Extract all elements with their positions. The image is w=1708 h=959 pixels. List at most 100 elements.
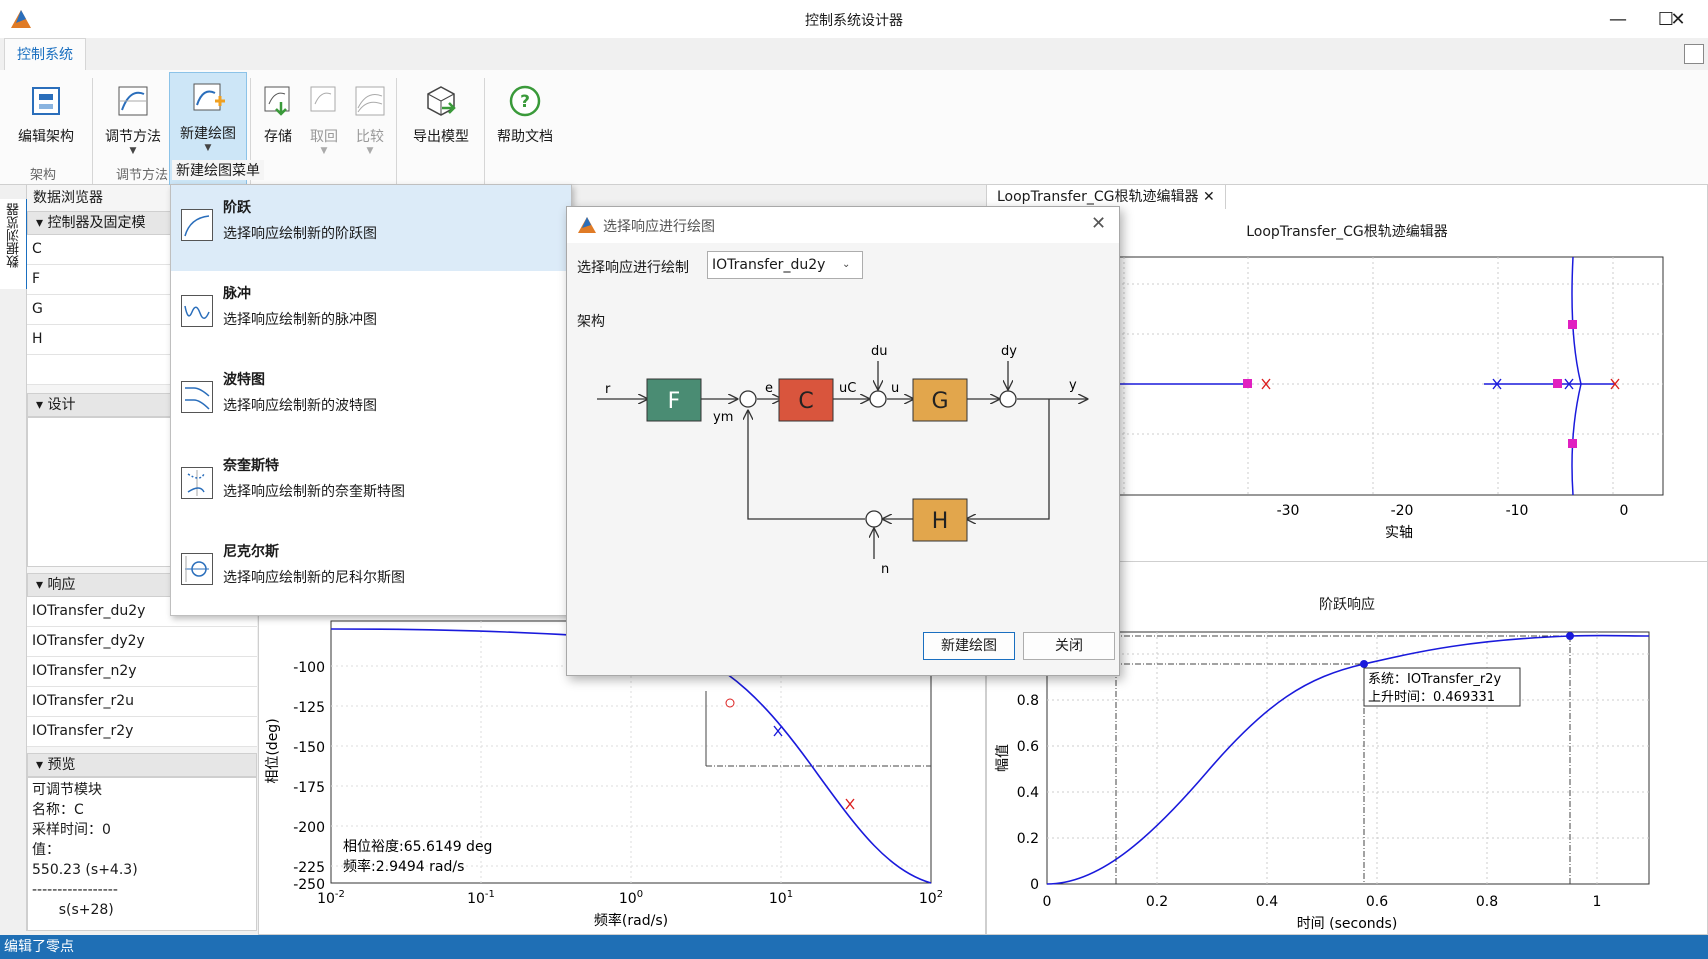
signal-u: u [891, 381, 899, 396]
nyquist-plot-icon [181, 467, 213, 499]
frequency-label: 频率:2.9494 rad/s [343, 858, 464, 875]
select-response-dialog: 选择响应进行绘图 ✕ 选择响应进行绘制 IOTransfer_du2y ⌄ 架构 [566, 206, 1120, 676]
menu-item-step[interactable]: 阶跃 选择响应绘制新的阶跃图 [171, 185, 571, 271]
signal-dy: dy [1001, 344, 1017, 359]
response-item[interactable]: IOTransfer_r2y [27, 717, 257, 747]
architecture-icon [32, 87, 60, 115]
tab-control-system[interactable]: 控制系统 [4, 38, 86, 71]
separator [484, 78, 485, 184]
dialog-close-icon[interactable]: ✕ [1091, 213, 1106, 234]
compare-button[interactable]: 比较 ▼ [348, 76, 392, 176]
root-locus-xtick: 0 [1620, 503, 1629, 519]
preview-line: ----------------- [32, 882, 118, 898]
bode-ytick: -225 [293, 860, 325, 876]
bode-xtick: 101 [769, 889, 793, 907]
retrieve-icon [310, 86, 336, 112]
menu-item-nyquist[interactable]: 奈奎斯特 选择响应绘制新的奈奎斯特图 [171, 443, 571, 529]
signal-r: r [605, 382, 611, 397]
help-icon: ? [509, 85, 541, 117]
impulse-plot-icon [181, 295, 213, 327]
dropdown-arrow-icon: ▼ [129, 146, 137, 156]
bode-plot-icon [181, 381, 213, 413]
step-xlabel: 时间 (seconds) [1297, 916, 1398, 932]
preview-line: s(s+28) [32, 902, 114, 918]
new-plot-menu-header: 新建绘图菜单 [172, 160, 264, 180]
svg-text:?: ? [520, 92, 530, 112]
response-item[interactable]: IOTransfer_dy2y [27, 627, 257, 657]
block-c-label: C [798, 389, 813, 414]
root-locus-xtick: -10 [1506, 503, 1529, 519]
bode-ytick: -175 [293, 780, 325, 796]
root-locus-xtick: -30 [1277, 503, 1300, 519]
bode-xtick: 100 [619, 889, 643, 907]
response-item[interactable]: IOTransfer_n2y [27, 657, 257, 687]
block-h-label: H [932, 509, 949, 534]
bode-ytick: -200 [293, 820, 325, 836]
export-model-button[interactable]: 导出模型 [404, 76, 478, 176]
block-f-label: F [668, 389, 681, 414]
preview-line: 可调节模块 [32, 782, 102, 798]
preview-line: 值： [32, 842, 60, 858]
section-preview[interactable]: ▾ 预览 [27, 753, 257, 777]
export-icon [427, 86, 456, 116]
step-ylabel: 幅值 [995, 744, 1011, 772]
response-item[interactable]: IOTransfer_r2u [27, 687, 257, 717]
step-ytick: 0.2 [1017, 831, 1039, 847]
close-button[interactable]: ✕ [1648, 0, 1708, 38]
compare-icon [355, 86, 385, 116]
bode-xlabel: 频率(rad/s) [594, 912, 668, 929]
new-plot-menu: 阶跃 选择响应绘制新的阶跃图 脉冲 选择响应绘制新的脉冲图 波特图 选择响应绘制… [170, 184, 572, 616]
preview-line: 名称：C [32, 802, 84, 818]
nichols-plot-icon [181, 553, 213, 585]
menu-item-bode[interactable]: 波特图 选择响应绘制新的波特图 [171, 357, 571, 443]
dropdown-arrow-icon: ▼ [320, 146, 328, 156]
signal-e: e [765, 381, 773, 396]
preview-line: 采样时间：0 [32, 822, 111, 838]
store-icon [264, 86, 290, 116]
step-xtick: 0.8 [1476, 894, 1498, 910]
step-xtick: 1 [1593, 894, 1602, 910]
phase-margin-label: 相位裕度:65.6149 deg [343, 839, 492, 855]
root-locus-xlabel: 实轴 [1385, 525, 1413, 541]
preview-line: 550.23 (s+4.3) [32, 862, 138, 878]
step-plot-icon [181, 209, 213, 241]
block-g-label: G [931, 389, 948, 414]
collapse-ribbon-icon[interactable] [1684, 44, 1704, 64]
select-response-label: 选择响应进行绘制 [577, 260, 689, 276]
preview-text: 可调节模块名称：C 采样时间：0 值： 550.23 (s+4.3) ---------… [27, 777, 257, 931]
dropdown-arrow-icon: ▼ [366, 146, 374, 156]
dialog-title: 选择响应进行绘图 [603, 219, 715, 235]
bode-ytick: -150 [293, 740, 325, 756]
tuning-methods-button[interactable]: 调节方法 ▼ [96, 76, 170, 176]
separator [92, 78, 93, 184]
response-select[interactable]: IOTransfer_du2y ⌄ [707, 251, 863, 279]
window-title: 控制系统设计器 [805, 13, 903, 29]
bode-ytick: -125 [293, 700, 325, 716]
step-ytick: 0.6 [1017, 739, 1039, 755]
new-plot-icon [193, 83, 225, 111]
menu-item-impulse[interactable]: 脉冲 选择响应绘制新的脉冲图 [171, 271, 571, 357]
dropdown-arrow-icon: ▼ [204, 143, 212, 153]
retrieve-button[interactable]: 取回 ▼ [302, 76, 346, 176]
help-button[interactable]: ? 帮助文档 [490, 76, 560, 176]
edit-architecture-button[interactable]: 编辑架构 [10, 76, 82, 176]
step-xtick: 0.4 [1256, 894, 1278, 910]
signal-n: n [881, 562, 889, 577]
side-strip: 数据浏览器 [0, 185, 28, 931]
status-bar: 编辑了零点 [0, 935, 1708, 959]
step-ytick: 0.4 [1017, 785, 1039, 801]
bode-xtick: 10-1 [467, 889, 495, 907]
step-tooltip-rise-time: 上升时间：0.469331 [1368, 690, 1495, 705]
signal-du: du [871, 344, 888, 359]
new-plot-dialog-button[interactable]: 新建绘图 [923, 632, 1015, 660]
data-browser-side-tab[interactable]: 数据浏览器 [0, 199, 28, 289]
menu-item-nichols[interactable]: 尼克尔斯 选择响应绘制新的尼科尔斯图 [171, 529, 571, 615]
bode-xtick: 102 [919, 889, 943, 907]
root-locus-xtick: -20 [1391, 503, 1414, 519]
close-dialog-button[interactable]: 关闭 [1023, 632, 1115, 660]
dialog-titlebar: 选择响应进行绘图 ✕ [567, 207, 1119, 243]
step-ytick: 0 [1030, 877, 1039, 893]
signal-y: y [1069, 378, 1077, 393]
chevron-down-icon: ⌄ [842, 259, 851, 270]
architecture-diagram: F C G H r ym e uC u du dy y n [597, 344, 1119, 577]
